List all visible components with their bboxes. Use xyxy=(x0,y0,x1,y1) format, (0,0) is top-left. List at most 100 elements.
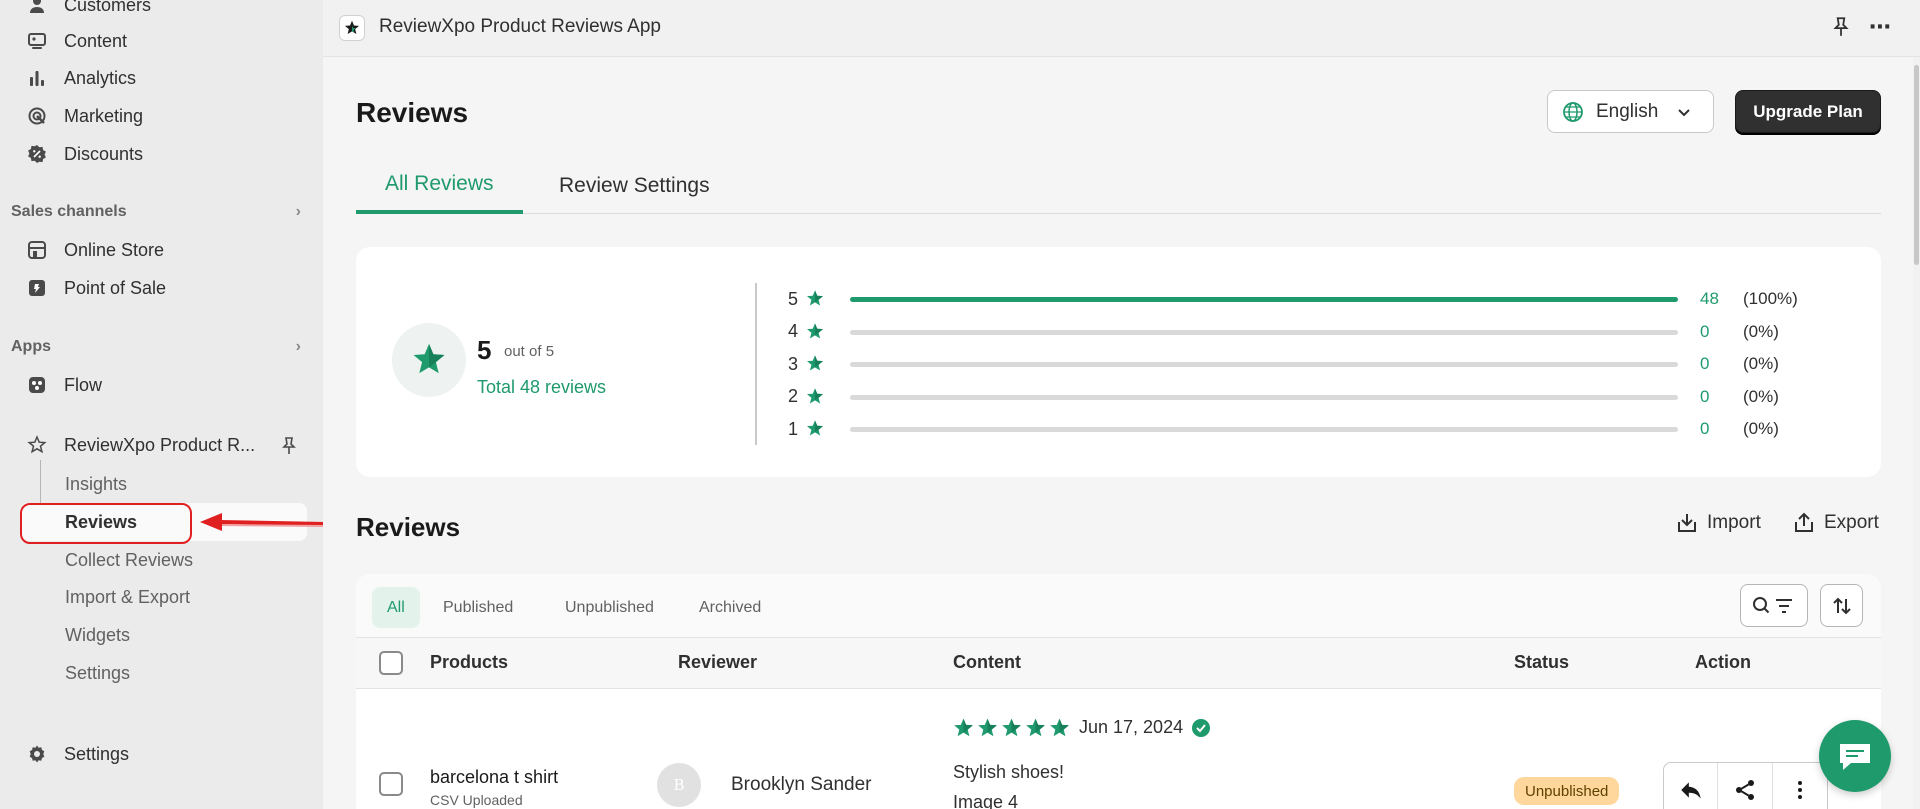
column-products[interactable]: Products xyxy=(430,652,508,673)
page-title: Reviews xyxy=(356,97,469,128)
sidebar: Customers Content Analytics Marketing Di… xyxy=(0,0,323,809)
globe-icon xyxy=(1563,101,1583,122)
pos-icon xyxy=(26,277,48,299)
status-badge: Unpublished xyxy=(1514,777,1620,805)
sales-channels-header[interactable]: Sales channels › xyxy=(11,203,301,221)
product-name[interactable]: barcelona t shirt xyxy=(430,767,558,788)
sub-item-insights[interactable]: Insights xyxy=(65,474,127,495)
upgrade-plan-button[interactable]: Upgrade Plan xyxy=(1735,90,1881,133)
export-button[interactable]: Export xyxy=(1792,511,1879,535)
app-title: ReviewXpo Product Reviews App xyxy=(379,16,661,37)
column-status[interactable]: Status xyxy=(1514,652,1569,673)
annotation-highlight-box xyxy=(20,503,192,544)
table-header-row: Products Reviewer Content Status Action xyxy=(356,638,1881,689)
person-icon xyxy=(26,0,48,16)
nav-online-store[interactable]: Online Store xyxy=(26,233,164,267)
search-filter-icon xyxy=(1753,596,1792,613)
import-icon xyxy=(1678,514,1696,532)
sub-item-import-export[interactable]: Import & Export xyxy=(65,587,190,608)
total-reviews-link[interactable]: Total 48 reviews xyxy=(477,377,606,398)
select-all-checkbox[interactable] xyxy=(379,651,403,675)
nav-point-of-sale[interactable]: Point of Sale xyxy=(26,271,166,305)
search-filter-button[interactable] xyxy=(1740,584,1808,627)
distribution-row: 5 48 (100%) xyxy=(788,287,1798,311)
nav-flow[interactable]: Flow xyxy=(26,368,102,402)
nav-discounts[interactable]: Discounts xyxy=(26,137,143,171)
column-content[interactable]: Content xyxy=(953,652,1021,673)
sub-item-widgets[interactable]: Widgets xyxy=(65,625,130,646)
sub-item-settings[interactable]: Settings xyxy=(65,663,130,684)
reply-button[interactable] xyxy=(1664,763,1719,809)
sort-button[interactable] xyxy=(1820,584,1863,627)
chat-button[interactable] xyxy=(1819,720,1891,792)
rating-bar-fill xyxy=(850,297,1678,302)
column-reviewer[interactable]: Reviewer xyxy=(678,652,757,673)
scrollbar-thumb[interactable] xyxy=(1914,65,1919,265)
store-icon xyxy=(26,239,48,261)
nav-analytics[interactable]: Analytics xyxy=(26,61,136,95)
star-icon xyxy=(806,387,826,407)
rating-count: 0 xyxy=(1700,419,1710,438)
rating-count: 0 xyxy=(1700,321,1710,341)
distribution-row: 3 0 (0%) xyxy=(788,352,1779,376)
star-icon xyxy=(1025,717,1046,738)
column-action: Action xyxy=(1695,652,1751,672)
scrollbar[interactable] xyxy=(1913,57,1920,809)
rating-level: 5 xyxy=(788,288,799,309)
filter-all[interactable]: All xyxy=(372,587,420,628)
share-icon xyxy=(1736,780,1755,800)
rating-count: 0 xyxy=(1700,354,1710,373)
nav-customers[interactable]: Customers xyxy=(26,0,151,22)
language-selector[interactable]: English xyxy=(1547,90,1714,133)
rating-level: 2 xyxy=(788,386,799,406)
chevron-right-icon: › xyxy=(295,203,301,220)
more-actions-button[interactable] xyxy=(1773,763,1827,809)
rating-level: 3 xyxy=(788,353,799,374)
out-of-label: out of 5 xyxy=(504,343,555,360)
pin-icon[interactable] xyxy=(279,436,299,456)
row-actions xyxy=(1663,762,1828,809)
rating-percent: (0%) xyxy=(1743,386,1779,406)
filter-archived[interactable]: Archived xyxy=(684,587,776,628)
star-icon xyxy=(806,289,826,309)
rating-summary-card: 5 out of 5 Total 48 reviews 5 48 (100%) 4 0 (… xyxy=(356,247,1881,477)
rating-bar xyxy=(850,427,1678,432)
flow-icon xyxy=(26,374,48,396)
row-checkbox[interactable] xyxy=(379,772,403,796)
apps-header[interactable]: Apps › xyxy=(11,338,301,356)
average-rating: 5 xyxy=(477,335,492,365)
sort-icon xyxy=(1832,597,1851,614)
filter-published[interactable]: Published xyxy=(428,587,528,628)
rating-bar xyxy=(850,297,1678,302)
review-date: Jun 17, 2024 xyxy=(1079,717,1184,737)
divider xyxy=(755,283,757,445)
nav-reviewxpo-app[interactable]: ReviewXpo Product R... xyxy=(26,428,255,462)
rating-bar xyxy=(850,329,1678,335)
more-vertical-icon xyxy=(1797,781,1802,799)
table-row[interactable]: barcelona t shirt CSV Uploaded B Brookly… xyxy=(356,690,1881,809)
review-body: Image 4 xyxy=(953,792,1019,809)
star-icon xyxy=(806,322,826,342)
star-icon xyxy=(977,717,998,738)
share-button[interactable] xyxy=(1718,763,1773,809)
nav-settings[interactable]: Settings xyxy=(26,737,129,771)
nav-content[interactable]: Content xyxy=(26,24,127,58)
import-button[interactable]: Import xyxy=(1675,511,1761,535)
nav-label: Customers xyxy=(64,0,152,15)
gear-icon xyxy=(26,743,48,765)
rating-bar xyxy=(850,362,1678,367)
tab-all-reviews[interactable]: All Reviews xyxy=(356,157,523,214)
distribution-row: 4 0 (0%) xyxy=(788,320,1779,344)
avatar: B xyxy=(657,763,701,807)
sub-item-collect-reviews[interactable]: Collect Reviews xyxy=(65,550,193,571)
pin-icon[interactable] xyxy=(1830,16,1852,38)
star-icon xyxy=(1049,717,1070,738)
rating-level: 4 xyxy=(788,321,799,341)
rating-percent: (100%) xyxy=(1743,289,1798,308)
star-icon xyxy=(806,354,826,374)
filter-unpublished[interactable]: Unpublished xyxy=(550,587,669,628)
more-options-icon[interactable]: ⋯ xyxy=(1869,14,1892,40)
tab-review-settings[interactable]: Review Settings xyxy=(530,157,739,214)
nav-marketing[interactable]: Marketing xyxy=(26,99,143,133)
distribution-row: 2 0 (0%) xyxy=(788,385,1779,409)
